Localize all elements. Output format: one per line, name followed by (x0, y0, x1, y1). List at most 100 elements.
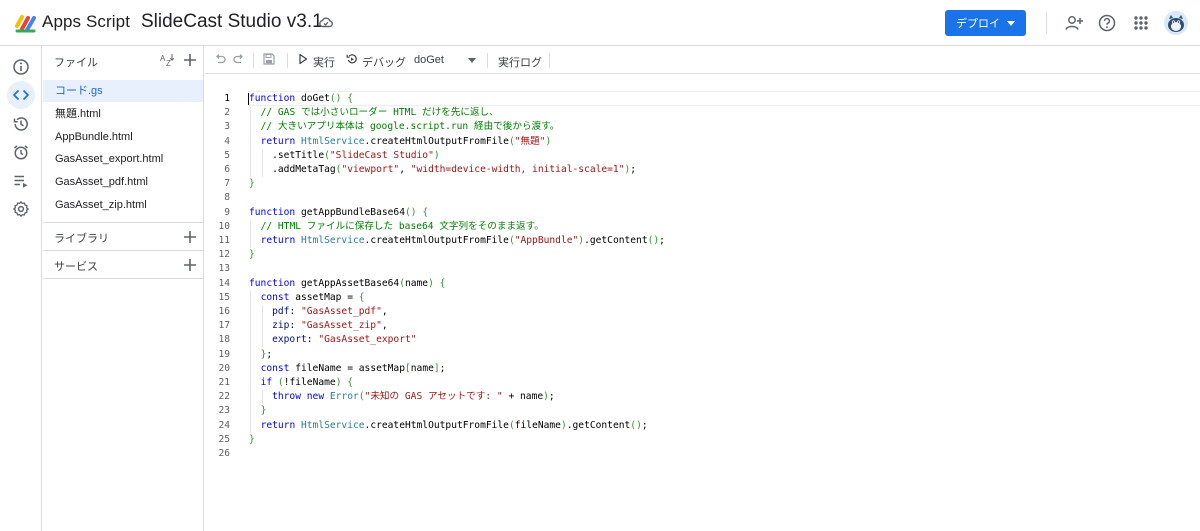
code-editor[interactable]: 1 2 3 4 5 6 7 8 9 10 11 12 13 14 15 16 1… (205, 75, 1200, 531)
divider (549, 53, 550, 68)
project-title[interactable]: SlideCast Studio v3.1 (141, 11, 323, 33)
executions-button[interactable] (7, 167, 35, 195)
code-line[interactable]: const fileName = assetMap[name]; (249, 362, 446, 376)
editor-toolbar: 実行 デバッグ doGet 実行ログ (205, 46, 1200, 74)
file-item[interactable]: AppBundle.html (43, 126, 203, 148)
file-item[interactable]: GasAsset_pdf.html (43, 171, 203, 193)
line-number: 3 (224, 121, 230, 133)
play-icon (299, 53, 308, 65)
line-number: 12 (218, 249, 230, 261)
apps-grid-icon[interactable] (1131, 13, 1151, 33)
line-number: 7 (224, 178, 230, 190)
code-line[interactable]: // GAS では小さいローダー HTML だけを先に返し、 (249, 106, 499, 120)
line-number: 18 (218, 334, 230, 346)
code-line[interactable]: // HTML ファイルに保存した base64 文字列をそのまま返す。 (249, 220, 544, 234)
line-number: 13 (218, 263, 230, 275)
code-line[interactable]: const assetMap = { (249, 291, 365, 305)
files-title: ファイル (54, 57, 98, 69)
help-icon[interactable] (1097, 13, 1117, 33)
code-line[interactable]: }; (249, 348, 273, 362)
line-number: 15 (218, 291, 230, 303)
add-person-icon[interactable] (1064, 13, 1084, 33)
deploy-label: デプロイ (956, 18, 1000, 30)
chevron-down-icon (468, 58, 476, 63)
file-item[interactable]: コード.gs (43, 80, 203, 102)
divider (287, 53, 288, 68)
deploy-button[interactable]: デプロイ (945, 10, 1026, 36)
divider (487, 53, 488, 68)
file-item[interactable]: 無題.html (43, 103, 203, 125)
line-number: 2 (224, 107, 230, 119)
history-button[interactable] (7, 110, 35, 138)
divider (43, 250, 203, 251)
code-line[interactable]: throw new Error("未知の GAS アセットです: " + nam… (249, 390, 555, 404)
code-line[interactable]: function getAppAssetBase64(name) { (249, 277, 445, 291)
line-number: 4 (224, 135, 230, 147)
libraries-label: ライブラリ (54, 233, 109, 245)
code-line[interactable]: function doGet() { (249, 92, 353, 106)
app-name[interactable]: Apps Script (42, 12, 130, 32)
line-number: 11 (218, 235, 230, 246)
sort-az-icon[interactable]: A Z (159, 52, 175, 68)
execution-log-button[interactable]: 実行ログ (498, 54, 542, 70)
line-number: 8 (224, 192, 230, 204)
add-library-icon[interactable] (183, 230, 197, 244)
top-bar: Apps Script SlideCast Studio v3.1 デプロイ (0, 0, 1200, 46)
files-header: ファイル A Z (43, 46, 203, 74)
undo-icon[interactable] (213, 52, 227, 66)
code-line[interactable]: .setTitle("SlideCast Studio") (249, 149, 440, 163)
code-line[interactable]: return HtmlService.createHtmlOutputFromF… (249, 135, 552, 149)
editor-button[interactable] (7, 81, 35, 109)
avatar-image (1164, 11, 1188, 35)
code-line[interactable]: function getAppBundleBase64() { (249, 206, 428, 220)
file-item[interactable]: GasAsset_zip.html (43, 194, 203, 216)
code-line[interactable]: } (249, 404, 267, 418)
cloud-icon[interactable] (318, 14, 334, 30)
debug-icon (346, 54, 357, 64)
line-number: 10 (218, 220, 230, 232)
line-number: 21 (218, 377, 230, 388)
apps-script-logo[interactable] (14, 12, 38, 34)
code-icon (12, 89, 30, 101)
file-item[interactable]: GasAsset_export.html (43, 148, 203, 170)
line-number: 14 (218, 277, 230, 289)
line-number: 22 (218, 391, 230, 403)
overview-button[interactable] (7, 53, 35, 81)
divider (43, 278, 203, 279)
line-number: 17 (218, 320, 230, 332)
code-line[interactable]: } (249, 248, 255, 262)
avatar[interactable] (1164, 11, 1188, 35)
line-number: 20 (218, 362, 230, 374)
history-icon (13, 117, 28, 131)
divider (43, 222, 203, 223)
code-line[interactable]: return HtmlService.createHtmlOutputFromF… (249, 419, 648, 433)
code-line[interactable]: export: "GasAsset_export" (249, 333, 416, 347)
save-icon[interactable] (262, 52, 276, 66)
divider (253, 53, 254, 68)
triggers-button[interactable] (7, 138, 35, 166)
code-line[interactable]: if (!fileName) { (249, 376, 353, 390)
code-line[interactable]: } (249, 177, 255, 191)
code-line[interactable]: return HtmlService.createHtmlOutputFromF… (249, 234, 665, 248)
code-line[interactable]: } (249, 433, 255, 447)
current-line-highlight (248, 91, 1200, 106)
add-service-icon[interactable] (183, 258, 197, 272)
line-number: 25 (218, 433, 230, 445)
run-label: 実行 (313, 57, 335, 69)
info-icon (13, 59, 29, 75)
alarm-icon (14, 145, 28, 160)
code-line[interactable]: zip: "GasAsset_zip", (249, 319, 388, 333)
code-line[interactable]: pdf: "GasAsset_pdf", (249, 305, 388, 319)
settings-button[interactable] (7, 195, 35, 223)
line-number: 16 (218, 306, 230, 317)
left-rail (0, 46, 42, 531)
code-line[interactable]: // 大きいアプリ本体は google.script.run 経由で後から渡す。 (249, 120, 560, 134)
settings-icon (13, 201, 29, 217)
line-number: 26 (218, 448, 230, 459)
code-line[interactable]: .addMetaTag("viewport", "width=device-wi… (249, 163, 636, 177)
redo-icon[interactable] (232, 52, 246, 66)
add-file-icon[interactable] (183, 53, 197, 67)
line-number: 9 (224, 206, 230, 218)
line-number: 6 (224, 164, 230, 175)
svg-text:Z: Z (166, 59, 171, 68)
